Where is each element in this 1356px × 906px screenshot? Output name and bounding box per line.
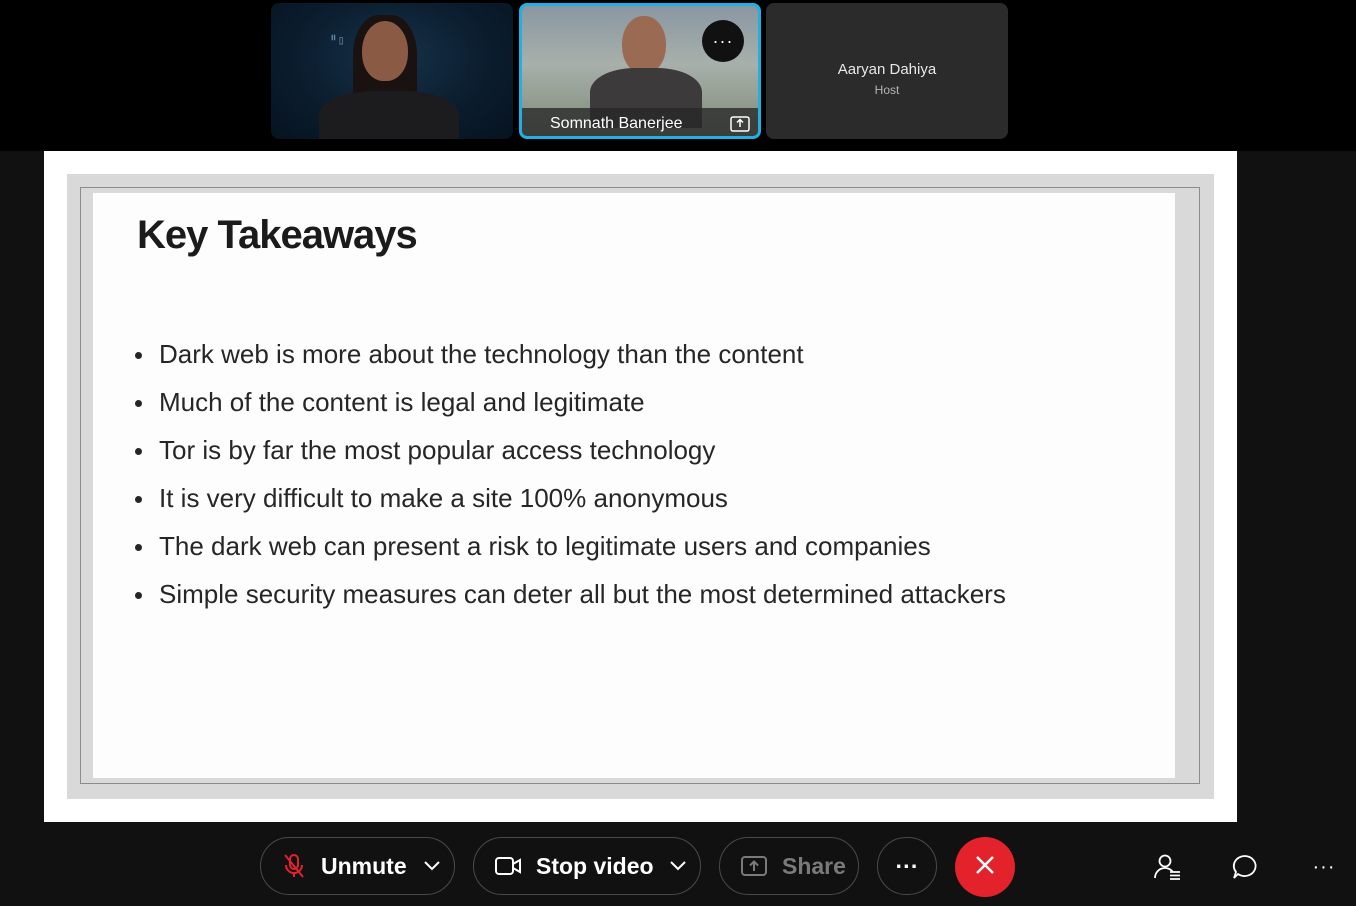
stop-video-label: Stop video [536,852,654,879]
overflow-menu-icon[interactable]: ··· [1309,852,1339,882]
unmute-label: Unmute [321,852,407,879]
unmute-button[interactable]: Unmute [260,837,455,895]
participants-icon[interactable] [1152,852,1182,882]
video-camera-icon [494,855,522,877]
participant-tile-host[interactable]: Aaryan Dahiya Host [766,3,1008,139]
share-screen-icon [740,855,768,877]
participant-name: Somnath Banerjee [550,115,683,132]
video-strip: ᐦ▯ ᴜᴍᴍ ··· Somnath Banerjee Aaryan Dahiy… [0,0,1356,151]
stop-video-button[interactable]: Stop video [473,837,701,895]
share-label: Share [782,852,846,879]
slide-bullet: The dark web can present a risk to legit… [135,531,1006,579]
close-icon [974,854,996,881]
shared-screen: Key Takeaways Dark web is more about the… [44,151,1237,822]
slide-bullet: Dark web is more about the technology th… [135,339,1006,387]
participant-name: Aaryan Dahiya [837,61,937,78]
participant-more-button[interactable]: ··· [702,20,744,62]
meeting-controls: Unmute Stop video Share ··· ··· [0,822,1356,906]
end-call-button[interactable] [955,837,1015,897]
slide-bullet: Simple security measures can deter all b… [135,579,1006,627]
slide-bullet: It is very difficult to make a site 100%… [135,483,1006,531]
more-options-button[interactable]: ··· [877,837,937,895]
chat-icon[interactable] [1230,852,1260,882]
participant-video [622,16,666,74]
participant-tile-1[interactable]: ᐦ▯ ᴜᴍᴍ [271,3,513,139]
participant-role: Host [874,83,900,97]
participant-tile-active-speaker[interactable]: ··· Somnath Banerjee [519,3,761,139]
slide-bullet-list: Dark web is more about the technology th… [135,339,1006,627]
slide-title: Key Takeaways [137,213,418,257]
share-button[interactable]: Share [719,837,859,895]
chevron-down-icon[interactable] [424,861,440,871]
more-icon: ··· [895,852,919,879]
slide-bullet: Tor is by far the most popular access te… [135,435,1006,483]
muted-microphone-icon [281,852,307,880]
presentation-slide: Key Takeaways Dark web is more about the… [93,193,1175,778]
chevron-down-icon[interactable] [670,861,686,871]
sharing-indicator-icon [730,114,750,132]
slide-bullet: Much of the content is legal and legitim… [135,387,1006,435]
